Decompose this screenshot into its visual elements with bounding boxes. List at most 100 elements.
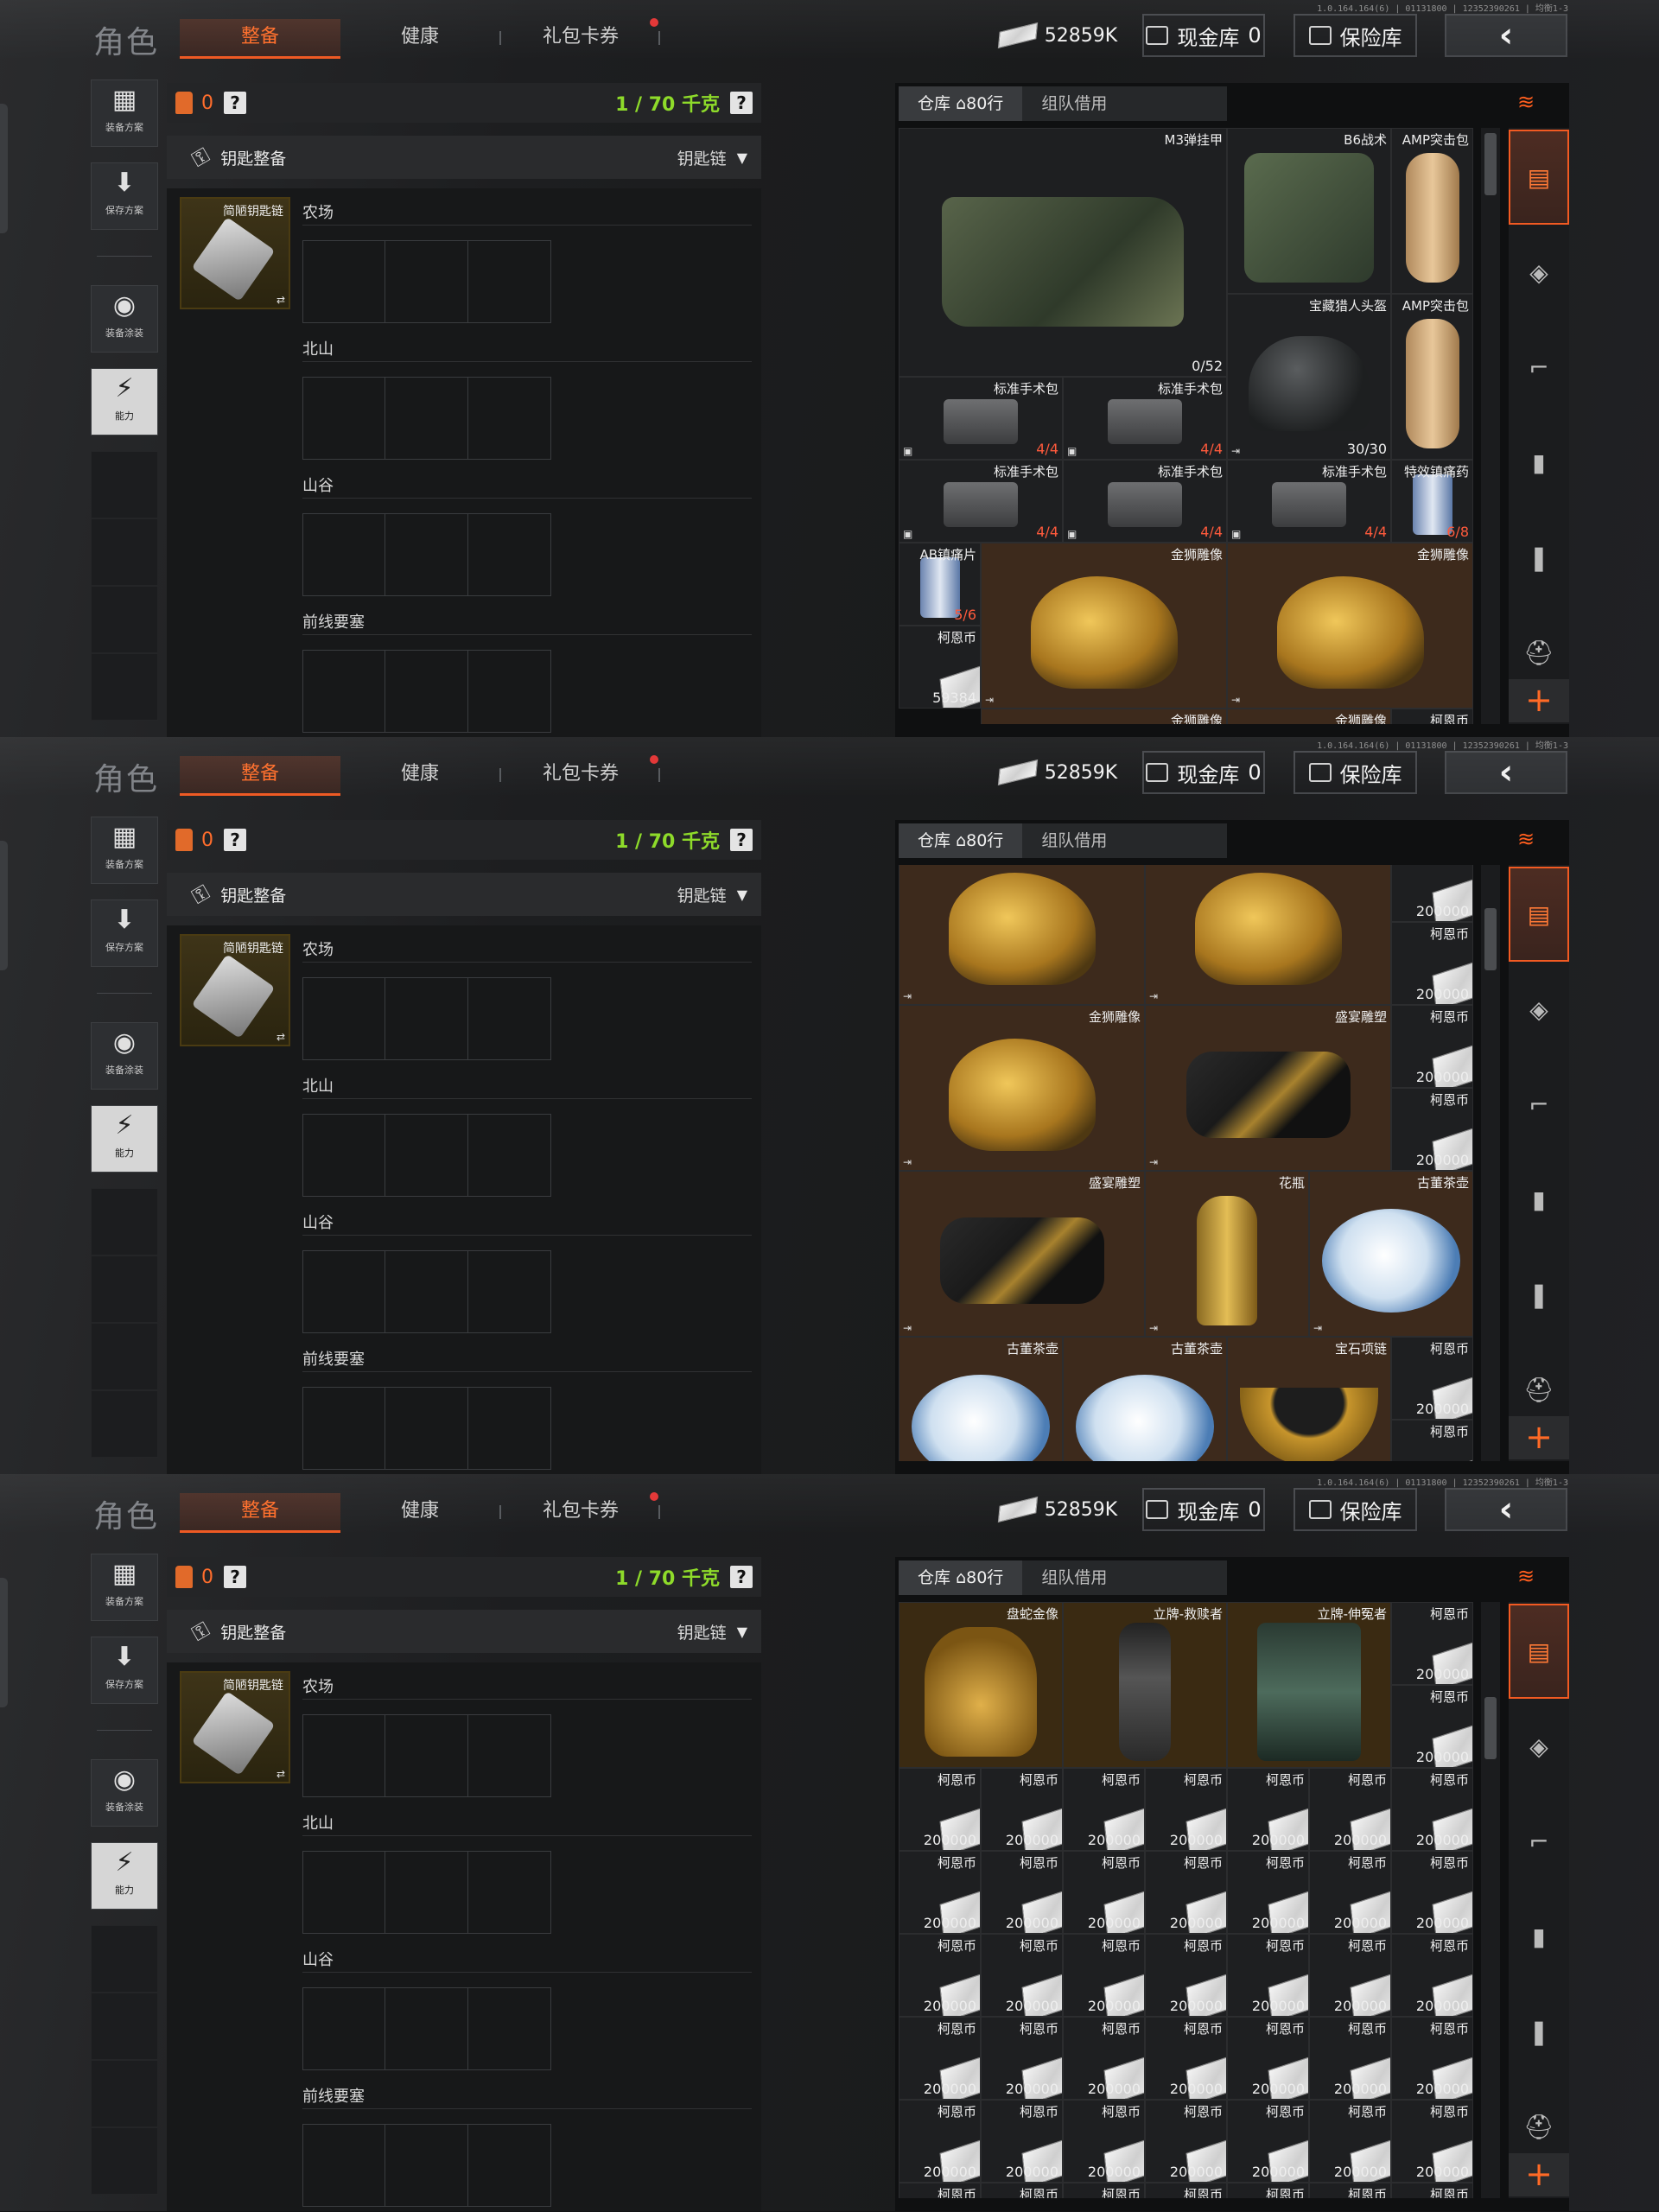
help-icon[interactable]: ? — [224, 1566, 246, 1588]
inventory-item[interactable]: 标准手术包 4/4 ▣ — [1227, 460, 1391, 543]
inventory-item[interactable]: 立牌-伸冤者 — [1227, 1602, 1391, 1768]
ability-button[interactable]: ⚡ 能力 — [91, 1105, 158, 1173]
key-slot-grid[interactable] — [302, 2124, 551, 2207]
coin-stack[interactable]: 柯恩币200000 — [1227, 1934, 1309, 2017]
category-ammo[interactable]: ❚ — [1509, 510, 1569, 605]
key-chain-dropdown[interactable]: 钥匙链 — [677, 146, 727, 169]
coin-stack[interactable]: 柯恩币200000 — [1309, 2017, 1391, 2100]
save-plan-button[interactable]: ⬇ 保存方案 — [91, 899, 158, 967]
tab-loadout[interactable]: 整备 — [180, 19, 340, 59]
key-slot-grid[interactable] — [302, 977, 551, 1060]
inventory-item[interactable]: 柯恩币 — [1391, 709, 1473, 724]
coin-stack[interactable]: 柯恩币200000 — [1063, 2183, 1145, 2198]
key-chain-dropdown[interactable]: 钥匙链 — [677, 883, 727, 906]
coin-stack[interactable]: 柯恩币200000 — [1145, 1934, 1227, 2017]
save-plan-button[interactable]: ⬇ 保存方案 — [91, 162, 158, 230]
save-plan-button[interactable]: ⬇ 保存方案 — [91, 1637, 158, 1704]
inventory-item[interactable]: 宝藏猎人头盔 30/30 ⇥ — [1227, 294, 1391, 460]
category-rifle[interactable]: ⌐ — [1509, 1794, 1569, 1889]
tab-health[interactable]: 健康 — [361, 756, 479, 796]
category-magazine[interactable]: ▮ — [1509, 1152, 1569, 1247]
inventory-item[interactable]: 金狮雕像⇥ — [1145, 865, 1391, 1005]
tab-gift-vouchers[interactable]: 礼包卡券 — [510, 1493, 652, 1533]
inventory-item[interactable]: 金狮雕像⇥ — [1227, 543, 1473, 709]
inventory-item[interactable]: 盘蛇金像 — [899, 1602, 1063, 1768]
add-row-button[interactable]: + — [1509, 1416, 1569, 1459]
coin-stack[interactable]: 柯恩币200000 — [899, 2183, 981, 2198]
key-slot-grid[interactable] — [302, 240, 551, 323]
cash-vault-button[interactable]: 现金库 0 — [1142, 1488, 1265, 1531]
key-chain-slot[interactable]: 简陋钥匙链 ⇄ — [180, 1671, 290, 1783]
help-icon[interactable]: ? — [730, 829, 753, 851]
safe-vault-button[interactable]: 保险库 — [1294, 751, 1417, 794]
key-loadout-bar[interactable]: ⚿ 钥匙整备 钥匙链 ▼ — [167, 873, 761, 916]
tab-team-borrow[interactable]: 组队借用 — [1022, 1560, 1126, 1595]
key-chain-slot[interactable]: 简陋钥匙链 ⇄ — [180, 934, 290, 1046]
key-slot-grid[interactable] — [302, 513, 551, 596]
key-slot-grid[interactable] — [302, 1851, 551, 1934]
coin-stack[interactable]: 柯恩币200000 — [1145, 1768, 1227, 1851]
coin-stack[interactable]: 柯恩币200000 — [1145, 2017, 1227, 2100]
add-row-button[interactable]: + — [1509, 2153, 1569, 2196]
inventory-item[interactable]: 立牌-救赎者 — [1063, 1602, 1227, 1768]
category-rifle[interactable]: ⌐ — [1509, 1057, 1569, 1152]
category-vest[interactable]: ◈ — [1509, 1699, 1569, 1794]
tab-warehouse[interactable]: 仓库 ⌂80行 — [899, 823, 1023, 858]
help-icon[interactable]: ? — [730, 92, 753, 114]
inventory-item[interactable]: 标准手术包 4/4 ▣ — [1063, 377, 1227, 460]
coin-stack[interactable]: 柯恩币200000 — [1391, 2100, 1473, 2183]
inventory-scrollbar[interactable] — [1481, 128, 1500, 724]
coin-stack[interactable]: 柯恩币200000 — [981, 2100, 1063, 2183]
tab-team-borrow[interactable]: 组队借用 — [1022, 823, 1126, 858]
inventory-item[interactable]: 特效镇痛药 6/8 — [1391, 460, 1473, 543]
help-icon[interactable]: ? — [730, 1566, 753, 1588]
coin-stack[interactable]: 柯恩币200000 — [1227, 1851, 1309, 1934]
safe-vault-button[interactable]: 保险库 — [1294, 14, 1417, 57]
inventory-item[interactable]: AMP突击包 — [1391, 294, 1473, 460]
edge-handle[interactable] — [0, 1578, 8, 1707]
ability-button[interactable]: ⚡ 能力 — [91, 1842, 158, 1910]
inventory-item[interactable]: 宝石项链 — [1227, 1337, 1391, 1461]
coin-stack[interactable]: 柯恩币200000 — [899, 1934, 981, 2017]
inventory-item[interactable]: 标准手术包 4/4 ▣ — [1063, 460, 1227, 543]
stack-icon[interactable]: ≋ — [1517, 90, 1535, 114]
loadout-plan-button[interactable]: ▦ 装备方案 — [91, 817, 158, 884]
key-loadout-bar[interactable]: ⚿ 钥匙整备 钥匙链 ▼ — [167, 136, 761, 179]
category-ammo[interactable]: ❚ — [1509, 1247, 1569, 1342]
inventory-item[interactable]: 标准手术包 4/4 ▣ — [899, 460, 1063, 543]
edge-handle[interactable] — [0, 104, 8, 233]
inventory-item[interactable]: 古董茶壶 — [899, 1337, 1063, 1461]
cash-vault-button[interactable]: 现金库 0 — [1142, 751, 1265, 794]
tab-health[interactable]: 健康 — [361, 19, 479, 59]
coin-stack[interactable]: 柯恩币200000 — [899, 2100, 981, 2183]
ability-button[interactable]: ⚡ 能力 — [91, 368, 158, 435]
stack-icon[interactable]: ≋ — [1517, 827, 1535, 851]
inventory-item[interactable]: 花瓶 ⇥ — [1145, 1171, 1309, 1337]
coin-stack[interactable]: 柯恩币200000 — [981, 2017, 1063, 2100]
inventory-item[interactable]: AB镇痛片 5/6 — [899, 543, 981, 626]
coin-stack[interactable]: 柯恩币200000 — [1063, 2017, 1145, 2100]
coin-stack[interactable]: 柯恩币200000 — [1391, 1420, 1473, 1461]
safe-vault-button[interactable]: 保险库 — [1294, 1488, 1417, 1531]
tab-health[interactable]: 健康 — [361, 1493, 479, 1533]
edge-handle[interactable] — [0, 841, 8, 970]
inventory-item[interactable]: 古董茶壶 — [1063, 1337, 1227, 1461]
back-button[interactable]: ‹ — [1445, 751, 1567, 794]
coin-stack[interactable]: 柯恩币200000 — [981, 2183, 1063, 2198]
category-magazine[interactable]: ▮ — [1509, 1889, 1569, 1984]
category-all-items[interactable]: ▤ — [1509, 130, 1569, 225]
inventory-item[interactable]: 金狮雕像⇥ — [899, 865, 1145, 1005]
equipment-skin-button[interactable]: ◉ 装备涂装 — [91, 1022, 158, 1090]
stack-icon[interactable]: ≋ — [1517, 1564, 1535, 1588]
coin-stack[interactable]: 柯恩币200000 — [981, 1768, 1063, 1851]
inventory-item[interactable]: AMP突击包 — [1391, 128, 1473, 294]
coin-stack[interactable]: 柯恩币200000 — [1391, 2183, 1473, 2198]
key-loadout-bar[interactable]: ⚿ 钥匙整备 钥匙链 ▼ — [167, 1610, 761, 1653]
key-slot-grid[interactable] — [302, 1114, 551, 1197]
coin-stack[interactable]: 柯恩币200000 — [1391, 1337, 1473, 1420]
coin-stack[interactable]: 柯恩币200000 — [1309, 1851, 1391, 1934]
coin-stack[interactable]: 柯恩币200000 — [981, 1851, 1063, 1934]
key-chain-slot[interactable]: 简陋钥匙链 ⇄ — [180, 197, 290, 309]
coin-stack[interactable]: 柯恩币200000 — [899, 1768, 981, 1851]
inventory-item[interactable]: 金狮雕像⇥ — [899, 1005, 1145, 1171]
